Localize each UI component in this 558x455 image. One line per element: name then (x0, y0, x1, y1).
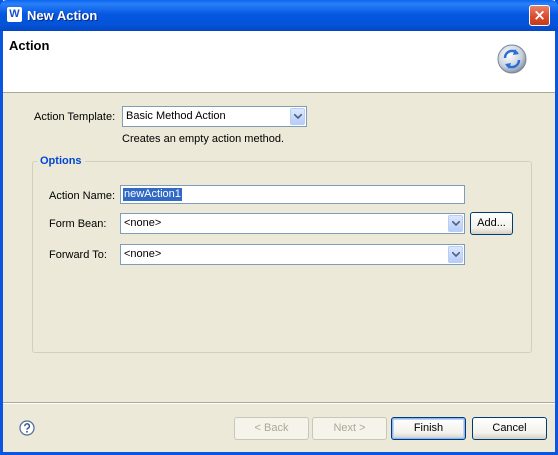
action-name-value: newAction1 (123, 188, 182, 201)
window-title: New Action (27, 8, 98, 23)
action-name-label: Action Name: (49, 190, 116, 202)
add-form-bean-button[interactable]: Add... (470, 212, 513, 235)
chevron-down-icon[interactable] (290, 108, 305, 125)
app-logo-glyph: W (9, 8, 20, 20)
close-button[interactable]: × (529, 5, 550, 26)
action-template-label: Action Template: (34, 111, 116, 123)
forward-to-combo[interactable]: <none> (120, 244, 465, 265)
form-bean-combo[interactable]: <none> (120, 213, 465, 234)
chevron-down-icon[interactable] (448, 246, 463, 263)
title-bar[interactable]: W New Action × (0, 0, 558, 31)
close-icon: × (533, 6, 546, 24)
app-logo-icon: W (7, 7, 22, 22)
page-title: Action (9, 38, 50, 53)
action-template-description: Creates an empty action method. (122, 133, 285, 145)
finish-button[interactable]: Finish (391, 417, 466, 440)
action-name-field[interactable]: newAction1 (120, 185, 465, 204)
footer-divider (3, 402, 555, 404)
action-template-combo[interactable]: Basic Method Action (122, 106, 307, 127)
form-bean-label: Form Bean: (49, 218, 107, 230)
forward-to-value: <none> (124, 248, 162, 260)
wizard-refresh-icon (497, 44, 527, 74)
new-action-dialog: W New Action × Action Action Template: B… (0, 0, 558, 455)
form-bean-value: <none> (124, 217, 162, 229)
action-template-value: Basic Method Action (126, 110, 226, 122)
help-icon[interactable] (19, 420, 35, 436)
wizard-header: Action (3, 31, 555, 93)
back-button[interactable]: < Back (234, 417, 309, 440)
options-group-title: Options (37, 155, 85, 167)
forward-to-label: Forward To: (49, 249, 107, 261)
next-button[interactable]: Next > (312, 417, 387, 440)
chevron-down-icon[interactable] (448, 215, 463, 232)
cancel-button[interactable]: Cancel (472, 417, 547, 440)
